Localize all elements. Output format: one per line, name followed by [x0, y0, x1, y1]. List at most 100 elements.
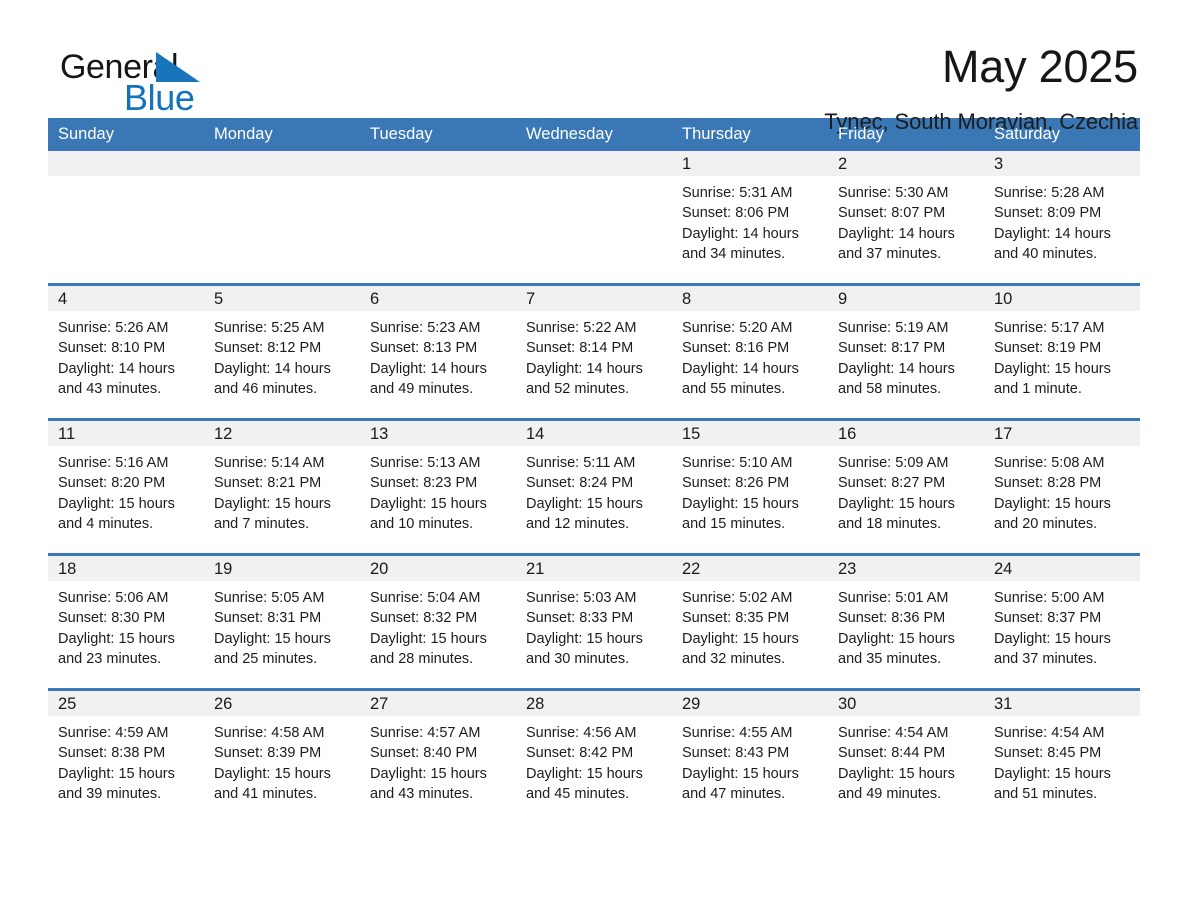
- sunrise-text: Sunrise: 5:16 AM: [58, 455, 169, 471]
- calendar-week-row: 18 Sunrise: 5:06 AM Sunset: 8:30 PM Dayligh…: [48, 553, 1140, 690]
- day-details: Sunrise: 4:56 AM Sunset: 8:42 PM Daylight:…: [516, 716, 672, 804]
- calendar-day-cell[interactable]: 24 Sunrise: 5:00 AM Sunset: 8:37 PM Dayligh…: [984, 556, 1140, 688]
- daylight-text-line2: and 12 minutes.: [526, 515, 630, 532]
- day-number: 27: [360, 691, 516, 716]
- sunset-text: Sunset: 8:42 PM: [526, 745, 634, 762]
- day-number: 5: [204, 286, 360, 311]
- calendar-day-cell[interactable]: 1 Sunrise: 5:31 AM Sunset: 8:06 PM Daylight…: [672, 151, 828, 283]
- calendar-day-cell[interactable]: 28 Sunrise: 4:56 AM Sunset: 8:42 PM Dayligh…: [516, 691, 672, 823]
- calendar-day-cell[interactable]: 17 Sunrise: 5:08 AM Sunset: 8:28 PM Dayligh…: [984, 421, 1140, 553]
- calendar-day-cell-empty: [48, 151, 204, 283]
- calendar-day-cell[interactable]: 11 Sunrise: 5:16 AM Sunset: 8:20 PM Dayligh…: [48, 421, 204, 553]
- calendar-week-row: 25 Sunrise: 4:59 AM Sunset: 8:38 PM Dayligh…: [48, 688, 1140, 823]
- daylight-text-line1: Daylight: 15 hours: [370, 630, 487, 647]
- sunrise-text: Sunrise: 4:54 AM: [838, 725, 949, 741]
- daylight-text-line1: Daylight: 15 hours: [370, 765, 487, 782]
- day-details: Sunrise: 4:59 AM Sunset: 8:38 PM Daylight:…: [48, 716, 204, 804]
- day-details: Sunrise: 5:09 AM Sunset: 8:27 PM Daylight:…: [828, 446, 984, 534]
- day-number: [204, 151, 360, 176]
- sunrise-sunset-calendar: Sunday Monday Tuesday Wednesday Thursday…: [48, 118, 1140, 823]
- daylight-text-line2: and 34 minutes.: [682, 245, 786, 262]
- sunrise-text: Sunrise: 5:22 AM: [526, 320, 637, 336]
- calendar-day-cell[interactable]: 26 Sunrise: 4:58 AM Sunset: 8:39 PM Dayligh…: [204, 691, 360, 823]
- calendar-day-cell[interactable]: 18 Sunrise: 5:06 AM Sunset: 8:30 PM Dayligh…: [48, 556, 204, 688]
- day-details: Sunrise: 4:54 AM Sunset: 8:45 PM Daylight:…: [984, 716, 1140, 804]
- daylight-text-line1: Daylight: 15 hours: [682, 495, 799, 512]
- calendar-day-cell[interactable]: 10 Sunrise: 5:17 AM Sunset: 8:19 PM Dayligh…: [984, 286, 1140, 418]
- sunset-text: Sunset: 8:43 PM: [682, 745, 790, 762]
- calendar-day-cell[interactable]: 6 Sunrise: 5:23 AM Sunset: 8:13 PM Daylight…: [360, 286, 516, 418]
- daylight-text-line2: and 15 minutes.: [682, 515, 786, 532]
- calendar-day-cell[interactable]: 27 Sunrise: 4:57 AM Sunset: 8:40 PM Dayligh…: [360, 691, 516, 823]
- daylight-text-line2: and 58 minutes.: [838, 380, 942, 397]
- sunrise-text: Sunrise: 5:09 AM: [838, 455, 949, 471]
- day-details: Sunrise: 5:26 AM Sunset: 8:10 PM Daylight:…: [48, 311, 204, 399]
- day-details: Sunrise: 4:55 AM Sunset: 8:43 PM Daylight:…: [672, 716, 828, 804]
- sunrise-text: Sunrise: 5:06 AM: [58, 590, 169, 606]
- calendar-day-cell[interactable]: 12 Sunrise: 5:14 AM Sunset: 8:21 PM Dayligh…: [204, 421, 360, 553]
- daylight-text-line2: and 41 minutes.: [214, 785, 318, 802]
- day-number: 20: [360, 556, 516, 581]
- calendar-day-cell[interactable]: 8 Sunrise: 5:20 AM Sunset: 8:16 PM Daylight…: [672, 286, 828, 418]
- calendar-day-cell[interactable]: 19 Sunrise: 5:05 AM Sunset: 8:31 PM Dayligh…: [204, 556, 360, 688]
- daylight-text-line2: and 35 minutes.: [838, 650, 942, 667]
- calendar-day-cell[interactable]: 30 Sunrise: 4:54 AM Sunset: 8:44 PM Dayligh…: [828, 691, 984, 823]
- day-details: Sunrise: 5:30 AM Sunset: 8:07 PM Daylight:…: [828, 176, 984, 264]
- calendar-day-cell[interactable]: 21 Sunrise: 5:03 AM Sunset: 8:33 PM Dayligh…: [516, 556, 672, 688]
- daylight-text-line2: and 1 minute.: [994, 380, 1082, 397]
- daylight-text-line2: and 45 minutes.: [526, 785, 630, 802]
- calendar-day-cell-empty: [204, 151, 360, 283]
- sunset-text: Sunset: 8:27 PM: [838, 475, 946, 492]
- daylight-text-line1: Daylight: 15 hours: [214, 630, 331, 647]
- calendar-day-cell[interactable]: 14 Sunrise: 5:11 AM Sunset: 8:24 PM Dayligh…: [516, 421, 672, 553]
- calendar-day-cell[interactable]: 16 Sunrise: 5:09 AM Sunset: 8:27 PM Dayligh…: [828, 421, 984, 553]
- sunset-text: Sunset: 8:10 PM: [58, 340, 166, 357]
- day-number: 16: [828, 421, 984, 446]
- daylight-text-line1: Daylight: 14 hours: [58, 360, 175, 377]
- calendar-day-cell[interactable]: 20 Sunrise: 5:04 AM Sunset: 8:32 PM Dayligh…: [360, 556, 516, 688]
- day-details: Sunrise: 5:13 AM Sunset: 8:23 PM Daylight:…: [360, 446, 516, 534]
- day-number: 31: [984, 691, 1140, 716]
- calendar-day-cell[interactable]: 7 Sunrise: 5:22 AM Sunset: 8:14 PM Daylight…: [516, 286, 672, 418]
- day-number: 23: [828, 556, 984, 581]
- calendar-day-cell[interactable]: 5 Sunrise: 5:25 AM Sunset: 8:12 PM Daylight…: [204, 286, 360, 418]
- sunset-text: Sunset: 8:45 PM: [994, 745, 1102, 762]
- daylight-text-line1: Daylight: 15 hours: [838, 765, 955, 782]
- calendar-day-cell[interactable]: 25 Sunrise: 4:59 AM Sunset: 8:38 PM Dayligh…: [48, 691, 204, 823]
- daylight-text-line1: Daylight: 15 hours: [58, 765, 175, 782]
- daylight-text-line1: Daylight: 15 hours: [994, 630, 1111, 647]
- daylight-text-line1: Daylight: 15 hours: [214, 765, 331, 782]
- sunrise-text: Sunrise: 5:10 AM: [682, 455, 793, 471]
- calendar-day-cell[interactable]: 22 Sunrise: 5:02 AM Sunset: 8:35 PM Dayligh…: [672, 556, 828, 688]
- calendar-day-cell[interactable]: 13 Sunrise: 5:13 AM Sunset: 8:23 PM Dayligh…: [360, 421, 516, 553]
- calendar-day-cell[interactable]: 3 Sunrise: 5:28 AM Sunset: 8:09 PM Daylight…: [984, 151, 1140, 283]
- sunrise-text: Sunrise: 5:04 AM: [370, 590, 481, 606]
- sunset-text: Sunset: 8:36 PM: [838, 610, 946, 627]
- sunset-text: Sunset: 8:31 PM: [214, 610, 322, 627]
- sunset-text: Sunset: 8:07 PM: [838, 205, 946, 222]
- page-title: May 2025: [941, 41, 1138, 92]
- daylight-text-line2: and 37 minutes.: [838, 245, 942, 262]
- calendar-day-cell[interactable]: 9 Sunrise: 5:19 AM Sunset: 8:17 PM Daylight…: [828, 286, 984, 418]
- calendar-day-cell[interactable]: 15 Sunrise: 5:10 AM Sunset: 8:26 PM Dayligh…: [672, 421, 828, 553]
- day-number: 3: [984, 151, 1140, 176]
- day-details: Sunrise: 5:22 AM Sunset: 8:14 PM Daylight:…: [516, 311, 672, 399]
- daylight-text-line1: Daylight: 15 hours: [682, 630, 799, 647]
- daylight-text-line1: Daylight: 15 hours: [526, 630, 643, 647]
- calendar-day-cell[interactable]: 31 Sunrise: 4:54 AM Sunset: 8:45 PM Dayligh…: [984, 691, 1140, 823]
- sunrise-text: Sunrise: 5:00 AM: [994, 590, 1105, 606]
- daylight-text-line2: and 43 minutes.: [58, 380, 162, 397]
- calendar-day-cell[interactable]: 2 Sunrise: 5:30 AM Sunset: 8:07 PM Daylight…: [828, 151, 984, 283]
- calendar-day-cell[interactable]: 29 Sunrise: 4:55 AM Sunset: 8:43 PM Dayligh…: [672, 691, 828, 823]
- calendar-day-cell-empty: [516, 151, 672, 283]
- general-blue-logo[interactable]: General Blue: [48, 44, 248, 120]
- day-details: Sunrise: 5:28 AM Sunset: 8:09 PM Daylight:…: [984, 176, 1140, 264]
- sunrise-text: Sunrise: 5:26 AM: [58, 320, 169, 336]
- calendar-day-cell[interactable]: 23 Sunrise: 5:01 AM Sunset: 8:36 PM Dayligh…: [828, 556, 984, 688]
- sunset-text: Sunset: 8:23 PM: [370, 475, 478, 492]
- calendar-day-cell[interactable]: 4 Sunrise: 5:26 AM Sunset: 8:10 PM Daylight…: [48, 286, 204, 418]
- sunset-text: Sunset: 8:17 PM: [838, 340, 946, 357]
- daylight-text-line2: and 37 minutes.: [994, 650, 1098, 667]
- day-number: 15: [672, 421, 828, 446]
- day-number: 6: [360, 286, 516, 311]
